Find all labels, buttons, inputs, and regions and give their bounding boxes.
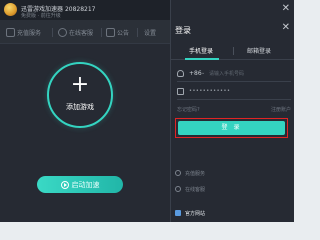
toolbar-support-label: 在线客服 [69,29,94,37]
chevron-down-icon[interactable]: ⌄ [201,70,205,76]
tab-email-login[interactable]: 邮箱登录 [247,46,271,55]
tab-phone-login[interactable]: 手机登录 [189,46,213,55]
country-code-select[interactable]: +86 [189,70,202,77]
accelerator-main-window: 迅雷游戏加速器 20828217 免费版 · 前往升级 充值服务 在线客服 公告… [0,0,170,222]
toolbar-divider [137,28,138,37]
lock-icon [177,88,184,95]
login-header: 登录 ✕ [171,20,294,38]
register-link[interactable]: 注册账户 [271,106,291,113]
tab-divider [233,47,234,55]
toolbar-notice[interactable]: 公告 [106,26,129,38]
side-link-support[interactable]: 在线客服 [175,184,205,194]
login-title: 登录 [175,26,191,35]
login-tabs: 手机登录 邮箱登录 [171,46,294,58]
toolbar: 充值服务 在线客服 公告 设置 [0,20,170,44]
add-game-button[interactable]: + 添加游戏 [47,62,113,128]
close-icon[interactable]: ✕ [282,23,290,33]
toolbar-divider [101,28,102,37]
title-bar: 迅雷游戏加速器 20828217 免费版 · 前往升级 [0,0,170,20]
active-tab-indicator [185,58,219,60]
play-icon [60,180,69,189]
side-link-recharge[interactable]: 充值服务 [175,168,205,178]
login-links: 忘记密码? 注册账户 [177,106,291,116]
globe-icon [175,210,181,216]
field-divider [177,81,291,82]
toolbar-notice-label: 公告 [117,29,130,37]
phone-input[interactable]: 请输入手机号码 [209,70,244,77]
toolbar-recharge-label: 充值服务 [17,29,42,37]
side-link-recharge-label: 充值服务 [185,170,206,177]
add-game-label: 添加游戏 [66,103,94,111]
app-logo-icon [4,3,17,16]
toolbar-settings-label: 设置 [144,29,157,37]
field-divider [177,99,291,100]
start-acceleration-label: 启动加速 [71,180,100,189]
side-link-support-label: 在线客服 [185,186,206,193]
side-link-official-site-label: 官方网站 [185,210,206,217]
login-panel: ✕ 登录 ✕ 手机登录 邮箱登录 +86 ⌄ 请输入手机号码 •••••••••… [170,0,294,222]
toolbar-divider [52,28,53,37]
toolbar-support[interactable]: 在线客服 [58,26,93,38]
toolbar-settings[interactable]: 设置 [144,26,156,38]
password-field[interactable]: •••••••••••• [177,87,291,99]
card-icon [6,27,15,37]
person-icon [177,70,184,77]
toolbar-recharge[interactable]: 充值服务 [6,26,41,38]
card-icon [175,170,181,176]
forgot-password-link[interactable]: 忘记密码? [177,106,200,113]
app-subtitle: 免费版 · 前往升级 [21,13,61,19]
headset-icon [175,186,181,192]
window-close-icon[interactable]: ✕ [282,3,290,14]
password-input[interactable]: •••••••••••• [189,88,230,94]
plus-icon: + [70,72,90,97]
phone-field[interactable]: +86 ⌄ 请输入手机号码 [177,69,291,81]
login-submit-button[interactable]: 登 录 [178,121,285,135]
login-button-highlight: 登 录 [175,118,288,138]
user-id: 20828217 [64,6,96,13]
headset-icon [58,27,67,37]
side-link-official-site[interactable]: 官方网站 [175,208,205,218]
start-acceleration-button[interactable]: 启动加速 [37,176,123,193]
notice-icon [106,27,115,37]
